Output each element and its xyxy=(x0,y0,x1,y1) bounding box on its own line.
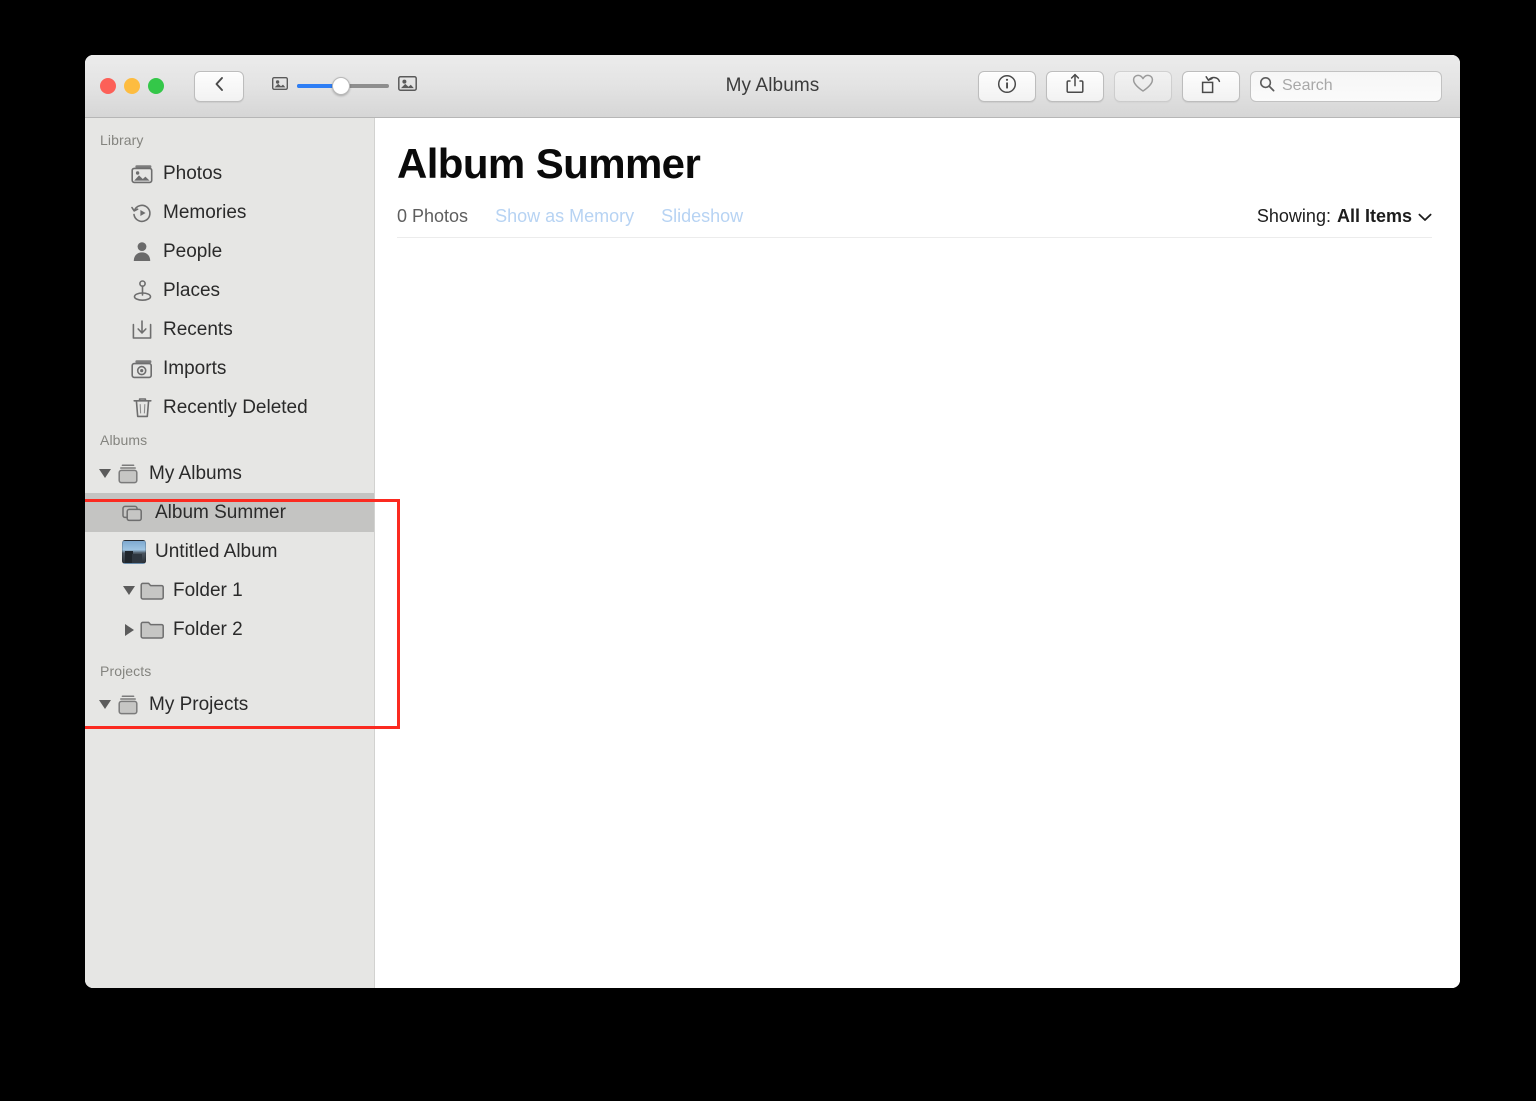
back-button[interactable] xyxy=(194,70,244,102)
folder-icon xyxy=(139,581,165,601)
disclosure-triangle-folder-1[interactable] xyxy=(119,586,139,595)
maximize-window-button[interactable] xyxy=(148,78,164,94)
person-icon xyxy=(129,241,155,262)
album-box-icon xyxy=(115,694,141,716)
trash-icon xyxy=(129,397,155,418)
photos-stack-icon xyxy=(129,164,155,184)
sidebar-item-my-projects[interactable]: My Projects xyxy=(85,685,374,724)
sidebar-item-folder-2[interactable]: Folder 2 xyxy=(85,610,374,649)
sidebar-item-label: Untitled Album xyxy=(155,540,278,562)
small-thumbnail-icon[interactable] xyxy=(271,76,289,95)
folder-icon xyxy=(139,620,165,640)
sidebar-item-label: Memories xyxy=(163,201,247,223)
window-toolbar: My Albums Search xyxy=(85,55,1460,118)
chevron-left-icon xyxy=(213,75,226,98)
window-body: Library Photos Memories People Places Re… xyxy=(85,118,1460,988)
disclosure-triangle-my-albums[interactable] xyxy=(95,469,115,478)
share-upload-icon xyxy=(1066,73,1084,99)
sidebar-item-album-summer[interactable]: Album Summer xyxy=(85,493,374,532)
disclosure-triangle-my-projects[interactable] xyxy=(95,700,115,709)
sidebar-item-label: Folder 2 xyxy=(173,618,243,640)
search-icon xyxy=(1259,76,1275,97)
sidebar-item-label: My Albums xyxy=(149,462,242,484)
sidebar-item-label: Photos xyxy=(163,162,223,184)
sidebar-item-memories[interactable]: Memories xyxy=(85,193,374,232)
sidebar-item-people[interactable]: People xyxy=(85,232,374,271)
sidebar-section-header-albums: Albums xyxy=(100,432,148,448)
photos-app-window: My Albums Search Library Photos Memories… xyxy=(85,55,1460,988)
traffic-lights xyxy=(100,78,164,94)
album-meta-row: 0 Photos Show as Memory Slideshow Showin… xyxy=(397,206,1432,239)
search-placeholder: Search xyxy=(1282,77,1333,94)
thumbnail-size-slider[interactable] xyxy=(297,77,389,95)
sidebar-item-label: People xyxy=(163,240,223,262)
sidebar-item-imports[interactable]: Imports xyxy=(85,349,374,388)
slideshow-link[interactable]: Slideshow xyxy=(661,206,743,227)
sidebar-section-header-library: Library xyxy=(100,132,144,148)
map-pin-icon xyxy=(129,279,155,302)
minimize-window-button[interactable] xyxy=(124,78,140,94)
sidebar-item-label: Imports xyxy=(163,357,227,379)
sidebar-item-folder-1[interactable]: Folder 1 xyxy=(85,571,374,610)
showing-value: All Items xyxy=(1336,206,1412,227)
close-window-button[interactable] xyxy=(100,78,116,94)
sidebar-item-label: Recently Deleted xyxy=(163,396,308,418)
camera-stack-icon xyxy=(129,359,155,379)
slider-thumb[interactable] xyxy=(332,77,351,95)
download-tray-icon xyxy=(129,319,155,340)
share-button[interactable] xyxy=(1046,70,1104,102)
sidebar-item-label: Folder 1 xyxy=(173,579,243,601)
disclosure-triangle-folder-2[interactable] xyxy=(119,623,139,636)
rotate-button[interactable] xyxy=(1182,70,1240,102)
sidebar-item-recently-deleted[interactable]: Recently Deleted xyxy=(85,388,374,427)
sidebar-item-photos[interactable]: Photos xyxy=(85,154,374,193)
info-button[interactable] xyxy=(978,70,1036,102)
heart-icon xyxy=(1132,74,1154,98)
favorite-button[interactable] xyxy=(1114,70,1172,102)
sidebar-item-label: Places xyxy=(163,279,221,301)
sidebar-item-places[interactable]: Places xyxy=(85,271,374,310)
showing-label: Showing: xyxy=(1256,206,1331,227)
sidebar-item-label: Album Summer xyxy=(155,501,286,523)
page-title: Album Summer xyxy=(397,140,701,187)
showing-filter-dropdown[interactable]: Showing: All Items xyxy=(1257,206,1432,227)
sidebar-item-recents[interactable]: Recents xyxy=(85,310,374,349)
sidebar-section-header-projects: Projects xyxy=(100,663,152,679)
chevron-down-icon[interactable] xyxy=(1418,206,1432,227)
sidebar: Library Photos Memories People Places Re… xyxy=(85,118,400,988)
album-content-area: Album Summer 0 Photos Show as Memory Sli… xyxy=(375,118,1460,988)
rotate-counterclockwise-icon xyxy=(1201,74,1222,99)
thumbnail-size-slider-group[interactable] xyxy=(271,76,417,96)
photo-thumbnail-icon xyxy=(121,539,147,564)
large-thumbnail-icon[interactable] xyxy=(398,76,417,96)
photo-count-label: 0 Photos xyxy=(397,206,469,227)
sidebar-item-label: Recents xyxy=(163,318,233,340)
sidebar-item-untitled-album[interactable]: Untitled Album xyxy=(85,532,374,571)
sidebar-item-label: My Projects xyxy=(149,693,249,715)
info-circle-icon xyxy=(997,74,1017,99)
album-box-icon xyxy=(115,463,141,485)
album-stack-icon xyxy=(121,503,147,523)
toolbar-right-group: Search xyxy=(978,70,1442,102)
search-input[interactable]: Search xyxy=(1250,70,1442,102)
memories-play-icon xyxy=(129,202,155,224)
show-as-memory-link[interactable]: Show as Memory xyxy=(495,206,634,227)
sidebar-item-my-albums[interactable]: My Albums xyxy=(85,454,374,493)
